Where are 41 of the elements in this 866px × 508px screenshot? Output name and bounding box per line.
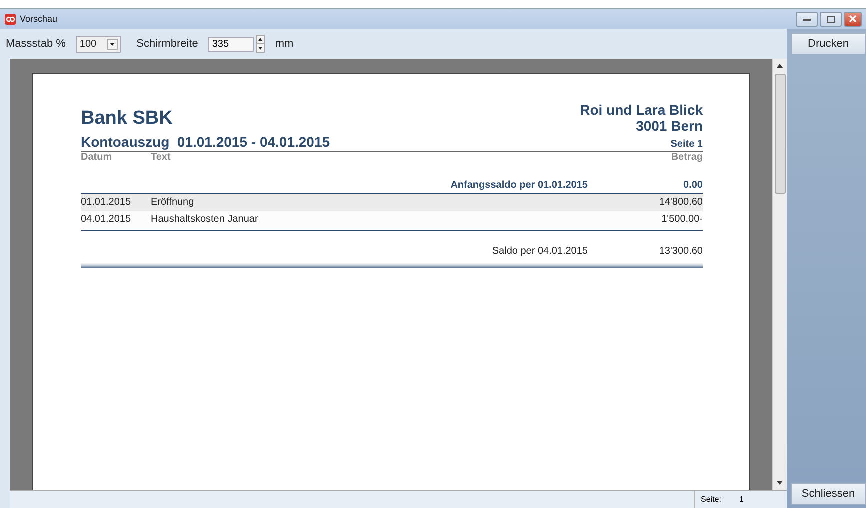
- width-field[interactable]: 335: [208, 36, 254, 52]
- bank-name: Bank SBK: [81, 108, 173, 131]
- column-header: Betrag: [671, 152, 703, 165]
- scrollbar[interactable]: [772, 59, 787, 490]
- close-dialog-button[interactable]: Schliessen: [791, 483, 866, 505]
- opening-balance-amount: 0.00: [682, 180, 703, 191]
- opening-balance-label: Anfangssaldo per 01.01.2015: [450, 180, 588, 191]
- print-button[interactable]: Drucken: [791, 33, 866, 55]
- window-title: Vorschau: [20, 14, 58, 24]
- table-cell-text: Haushaltskosten Januar: [151, 214, 260, 225]
- maximize-button[interactable]: [820, 12, 842, 26]
- unit-label: mm: [275, 38, 294, 50]
- close-icon: [849, 15, 857, 23]
- scroll-down-icon[interactable]: [776, 479, 784, 487]
- close-button[interactable]: [844, 12, 862, 26]
- scale-dropdown[interactable]: 100: [76, 36, 121, 52]
- table-cell-text: 04.01.2015: [81, 214, 132, 225]
- scroll-up-icon[interactable]: [776, 62, 784, 70]
- table-cell-text: Eröffnung: [151, 197, 196, 208]
- account-holder: Roi und Lara Blick: [580, 102, 703, 118]
- column-header: Text: [151, 152, 172, 165]
- minimize-button[interactable]: [796, 12, 818, 26]
- table-cell-text: 01.01.2015: [81, 197, 132, 208]
- closing-balance-label: Saldo per 04.01.2015: [492, 246, 588, 257]
- page-value: 1: [739, 495, 744, 504]
- statement-title: Kontoauszug 01.01.2015 - 04.01.2015: [81, 134, 330, 150]
- scale-label: Massstab %: [6, 38, 66, 50]
- column-header: Datum: [81, 152, 114, 165]
- caret-icon: [106, 38, 118, 50]
- scroll-thumb[interactable]: [774, 74, 786, 194]
- table-cell: 1'500.00-: [662, 214, 703, 225]
- spinner-icon[interactable]: [256, 35, 266, 53]
- app-icon: [5, 14, 16, 24]
- maximize-icon: [827, 16, 835, 22]
- table-cell: 14'800.60: [659, 197, 703, 208]
- minimize-icon: [803, 17, 811, 21]
- page-number: Seite 1: [670, 139, 703, 150]
- closing-balance-amount: 13'300.60: [658, 246, 703, 257]
- page-label: Seite:: [701, 495, 722, 504]
- width-label: Schirmbreite: [136, 38, 198, 50]
- city: 3001 Bern: [635, 118, 703, 134]
